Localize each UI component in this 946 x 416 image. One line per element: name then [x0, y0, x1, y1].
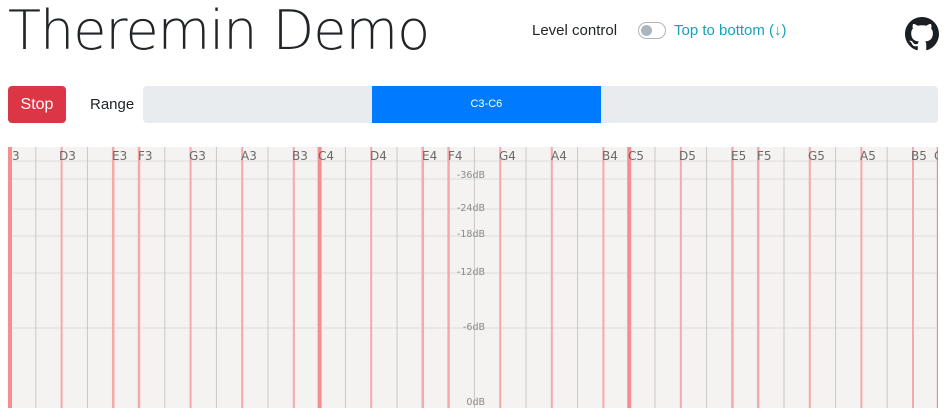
- note-label: A5: [860, 149, 876, 163]
- note-grid: 3 D3 E3 F3 G3 A3 B3 C4 D4 E4 F4 G4 A4 B4 C5 D5 E5 F5 G5 A5 B…: [8, 147, 938, 408]
- note-label: G4: [499, 149, 516, 163]
- note-label: G5: [808, 149, 825, 163]
- stop-button[interactable]: Stop: [8, 86, 66, 123]
- db-label: -12dB: [457, 267, 485, 278]
- note-label: F4: [448, 149, 463, 163]
- note-label: E4: [422, 149, 437, 163]
- range-slider-track[interactable]: C3-C6: [143, 86, 938, 123]
- note-label: D5: [679, 149, 696, 163]
- note-label: B3: [292, 149, 308, 163]
- note-label: D4: [370, 149, 387, 163]
- note-label: 3: [12, 149, 20, 163]
- note-label: E5: [731, 149, 746, 163]
- level-control-label: Level control: [532, 22, 618, 39]
- github-icon[interactable]: [905, 17, 939, 51]
- level-control-toggle[interactable]: [638, 22, 666, 39]
- db-label: -36dB: [457, 170, 485, 181]
- note-label: G3: [189, 149, 206, 163]
- note-label: B5: [911, 149, 927, 163]
- note-label: B4: [602, 149, 618, 163]
- note-label: F3: [138, 149, 153, 163]
- note-label: C5: [628, 149, 644, 163]
- note-label: A4: [551, 149, 567, 163]
- toggle-knob: [641, 25, 652, 36]
- theremin-playing-area[interactable]: 3 D3 E3 F3 G3 A3 B3 C4 D4 E4 F4 G4 A4 B4 C5 D5 E5 F5 G5 A5 B…: [8, 147, 938, 408]
- page-title: Theremin Demo: [8, 0, 430, 62]
- note-label: F5: [757, 149, 772, 163]
- note-label: C: [934, 149, 938, 163]
- db-label: -6dB: [463, 322, 485, 333]
- note-label: C4: [318, 149, 334, 163]
- db-label: -18dB: [457, 229, 485, 240]
- direction-toggle-label[interactable]: Top to bottom (↓): [674, 21, 787, 41]
- db-label: 0dB: [466, 397, 485, 408]
- db-label: -24dB: [457, 203, 485, 214]
- range-label: Range: [90, 96, 135, 113]
- note-label: E3: [112, 149, 127, 163]
- note-label: A3: [241, 149, 257, 163]
- note-label: D3: [59, 149, 76, 163]
- range-selection[interactable]: C3-C6: [371, 86, 601, 123]
